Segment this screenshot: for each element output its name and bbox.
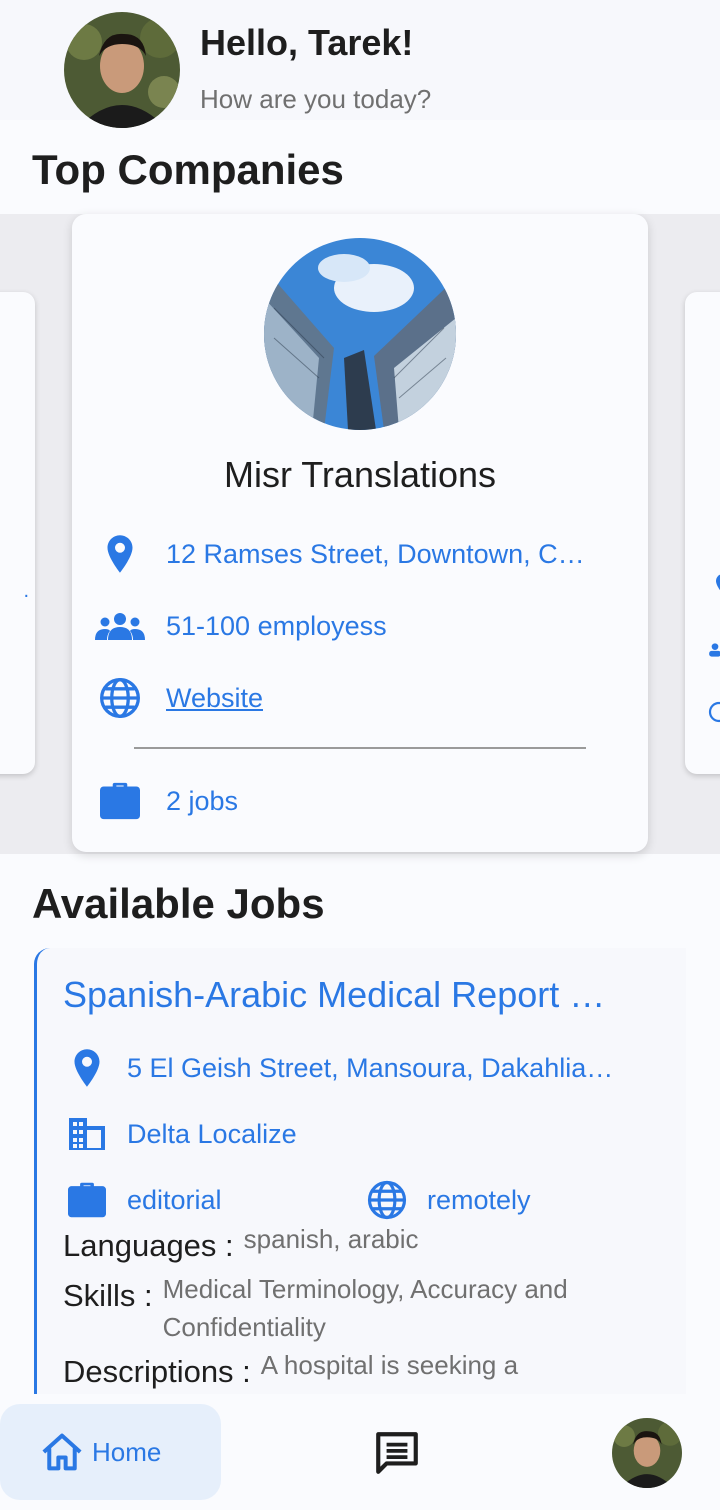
card-divider — [134, 747, 586, 749]
location-pin-icon — [63, 1044, 111, 1092]
job-descriptions: Descriptions : A hospital is seeking a — [63, 1350, 518, 1390]
chat-icon — [376, 1432, 418, 1474]
company-card[interactable]: Misr Translations 12 Ramses Street, Down… — [72, 214, 648, 852]
app-header: Hello, Tarek! How are you today? — [0, 0, 720, 128]
briefcase-icon — [94, 777, 146, 825]
job-skills: Skills : Medical Terminology, Accuracy a… — [63, 1274, 633, 1346]
company-jobs-row[interactable]: 2 jobs — [94, 777, 238, 825]
job-location-row: 5 El Geish Street, Mansoura, Dakahlia… — [63, 1044, 663, 1092]
languages-value: spanish, arabic — [243, 1224, 419, 1254]
company-website-row[interactable]: Website — [94, 674, 263, 722]
company-card-next[interactable] — [685, 292, 720, 774]
card-dot: . — [23, 580, 29, 602]
greeting-title: Hello, Tarek! — [200, 22, 414, 63]
company-address-row: 12 Ramses Street, Downtown, C… — [94, 530, 634, 578]
company-employees: 51-100 employess — [166, 610, 387, 641]
nav-messages[interactable] — [372, 1428, 422, 1478]
location-pin-icon — [94, 530, 146, 578]
job-languages: Languages : spanish, arabic — [63, 1224, 419, 1264]
descriptions-value: A hospital is seeking a — [260, 1350, 519, 1380]
company-jobs-count: 2 jobs — [166, 785, 239, 816]
skills-label: Skills : — [63, 1278, 153, 1313]
job-location: 5 El Geish Street, Mansoura, Dakahlia… — [127, 1052, 614, 1083]
group-icon — [94, 602, 146, 650]
globe-icon — [94, 674, 146, 722]
job-category-row: editorial — [63, 1176, 222, 1224]
descriptions-label: Descriptions : — [63, 1354, 251, 1389]
user-avatar[interactable] — [64, 12, 180, 128]
skills-value: Medical Terminology, Accuracy and Confid… — [162, 1274, 568, 1342]
job-title[interactable]: Spanish-Arabic Medical Report … — [63, 974, 653, 1016]
company-website-link[interactable]: Website — [166, 683, 263, 714]
company-employees-row: 51-100 employess — [94, 602, 387, 650]
company-address: 12 Ramses Street, Downtown, C… — [166, 538, 585, 569]
building-icon — [63, 1110, 111, 1158]
nav-home-label: Home — [92, 1436, 162, 1467]
bottom-navigation: Home — [0, 1394, 720, 1510]
greeting-subtitle: How are you today? — [200, 84, 432, 114]
nav-home[interactable]: Home — [0, 1404, 221, 1500]
top-companies-heading: Top Companies — [32, 146, 344, 193]
nav-profile-avatar[interactable] — [612, 1418, 682, 1488]
globe-icon — [708, 701, 720, 723]
job-company-row: Delta Localize — [63, 1110, 297, 1158]
languages-label: Languages : — [63, 1228, 234, 1263]
job-work-mode: remotely — [427, 1184, 531, 1215]
location-pin-icon — [716, 574, 720, 591]
job-company: Delta Localize — [127, 1118, 297, 1149]
home-icon — [42, 1433, 82, 1471]
briefcase-icon — [63, 1176, 111, 1224]
job-category: editorial — [127, 1184, 222, 1215]
company-name: Misr Translations — [223, 454, 497, 495]
globe-icon — [363, 1176, 411, 1224]
job-card[interactable]: Spanish-Arabic Medical Report … 5 El Gei… — [34, 948, 686, 1408]
company-card-previous[interactable]: . — [0, 292, 35, 774]
available-jobs-heading: Available Jobs — [32, 880, 325, 927]
company-logo — [264, 238, 456, 430]
job-workmode-row: remotely — [363, 1176, 531, 1224]
group-icon — [709, 643, 720, 657]
